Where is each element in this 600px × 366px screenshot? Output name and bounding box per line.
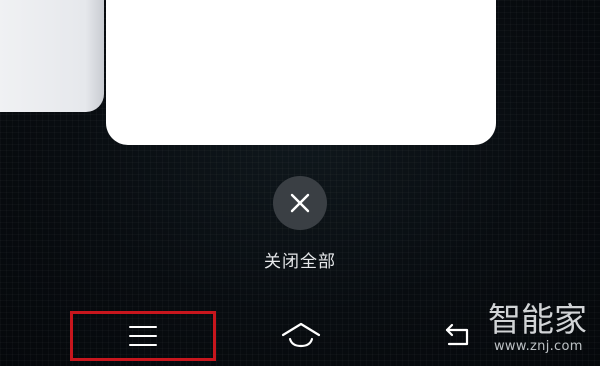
menu-button[interactable] [70, 311, 216, 361]
close-all-label: 关闭全部 [264, 252, 336, 272]
back-button[interactable] [436, 316, 482, 356]
watermark-logo: 智能家 [488, 300, 587, 339]
watermark-url: www.znj.com [494, 339, 583, 354]
recent-app-card[interactable] [106, 0, 496, 145]
menu-icon [129, 326, 157, 346]
home-icon [281, 322, 321, 348]
watermark: 智能家 www.znj.com [488, 300, 592, 360]
home-button[interactable] [276, 316, 326, 356]
recent-app-card-left[interactable] [0, 0, 104, 112]
close-icon [290, 193, 310, 213]
back-icon [445, 323, 469, 346]
close-all-button[interactable] [273, 176, 327, 230]
